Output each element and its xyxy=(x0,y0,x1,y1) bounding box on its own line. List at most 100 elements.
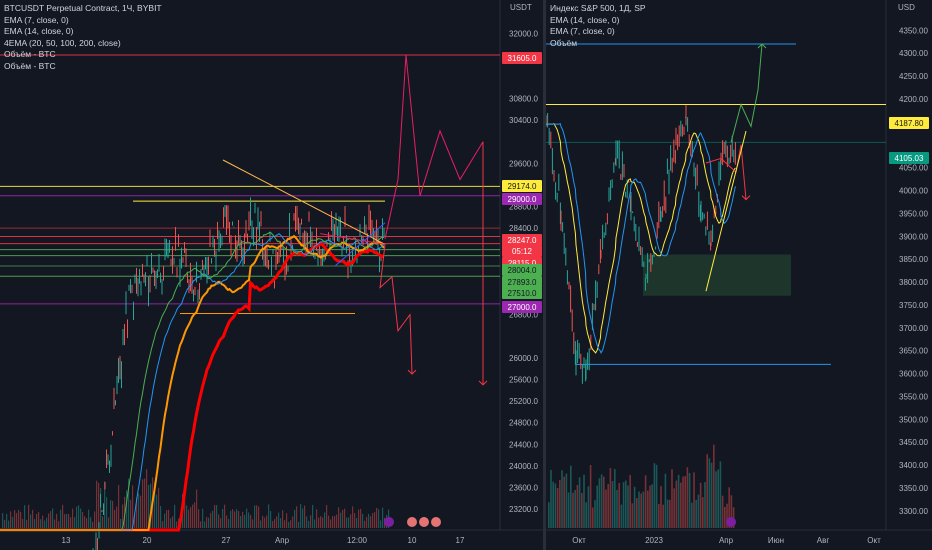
btc-volume-bar xyxy=(314,519,316,528)
spx-volume-bar xyxy=(713,444,715,528)
spx-y-tick-label: 4050.00 xyxy=(899,164,928,173)
btc-y-tick-label: 23200.0 xyxy=(509,505,538,514)
btc-legend-ema7[interactable]: EMA (7, close, 0) xyxy=(4,15,162,27)
spx-price-label: 4105.03 xyxy=(895,154,924,163)
btc-volume-bar xyxy=(278,512,280,528)
flag-icon[interactable] xyxy=(431,517,441,527)
btc-volume-bar xyxy=(214,504,216,528)
btc-volume-bar xyxy=(380,520,382,528)
btc-legend-ema14[interactable]: EMA (14, close, 0) xyxy=(4,26,162,38)
btc-volume-bar xyxy=(368,513,370,528)
spx-volume-bar xyxy=(686,467,689,528)
spx-chart-pane[interactable]: 4350.004300.004250.004200.004150.004050.… xyxy=(546,0,932,550)
spx-y-tick-label: 3600.00 xyxy=(899,370,928,379)
btc-volume-bar xyxy=(158,487,160,528)
btc-volume-bar xyxy=(20,511,22,528)
btc-legend-title[interactable]: BTCUSDT Perpetual Contract, 1Ч, BYBIT xyxy=(4,3,162,15)
btc-volume-bar xyxy=(160,506,162,528)
btc-volume-bar xyxy=(236,509,238,528)
btc-volume-bar xyxy=(118,485,120,528)
lightning-icon[interactable] xyxy=(384,517,394,527)
btc-volume-bar xyxy=(346,517,348,528)
spx-volume-bar xyxy=(550,470,552,528)
btc-volume-bar xyxy=(176,521,178,528)
spx-demand-zone xyxy=(643,254,791,296)
btc-volume-bar xyxy=(44,520,46,528)
btc-volume-bar xyxy=(58,521,60,528)
btc-volume-bar xyxy=(282,510,284,528)
btc-price-label: 05:12 xyxy=(512,247,533,256)
btc-volume-bar xyxy=(364,520,366,528)
spx-volume-bar xyxy=(581,492,583,528)
btc-volume-bar xyxy=(188,509,190,528)
btc-volume-bar xyxy=(106,497,108,528)
spx-y-tick-label: 3400.00 xyxy=(899,461,928,470)
spx-volume-bar xyxy=(578,477,581,528)
btc-volume-bar xyxy=(162,521,164,528)
btc-volume-bar xyxy=(300,504,302,528)
btc-y-tick-label: 30400.0 xyxy=(509,116,538,125)
spx-legend-title[interactable]: Индекс S&P 500, 1Д, SP xyxy=(550,3,646,15)
btc-volume-bar xyxy=(320,516,322,528)
btc-volume-bar xyxy=(230,510,232,528)
btc-price-label: 31605.0 xyxy=(508,54,537,63)
btc-volume-bar xyxy=(62,504,64,528)
spx-legend-ema14[interactable]: EMA (14, close, 0) xyxy=(550,15,646,27)
btc-legend-4ema[interactable]: 4EMA (20, 50, 100, 200, close) xyxy=(4,38,162,50)
btc-x-tick-label: 13 xyxy=(62,536,71,545)
spx-volume-bar xyxy=(563,476,565,528)
spx-x-tick-label: Июн xyxy=(768,536,784,545)
btc-volume-bar xyxy=(308,520,310,528)
btc-volume-bar xyxy=(244,514,246,528)
btc-volume-bar xyxy=(14,510,16,528)
btc-volume-bar xyxy=(242,511,244,528)
btc-volume-bar xyxy=(174,504,176,528)
btc-volume-bar xyxy=(292,516,294,528)
spx-volume-bar xyxy=(594,500,596,528)
btc-volume-bar xyxy=(318,517,320,528)
btc-volume-bar xyxy=(68,513,70,528)
spx-volume-bar xyxy=(583,474,585,528)
flag-icon[interactable] xyxy=(419,517,429,527)
spx-volume-bar xyxy=(715,471,717,528)
spx-volume-bar xyxy=(710,462,713,528)
btc-volume-bar xyxy=(336,514,338,528)
btc-chart-pane[interactable]: 32000.0 30800.0 30400.0 29600.0 28800.0 28400… xyxy=(0,0,544,550)
flag-icon[interactable] xyxy=(407,517,417,527)
spx-y-tick-label: 3300.00 xyxy=(899,507,928,516)
btc-volume-bar xyxy=(326,505,328,528)
btc-legend-volume[interactable]: Объём - BTC xyxy=(4,49,162,61)
btc-y-tick-label: 29600.0 xyxy=(509,159,538,168)
btc-volume-bar xyxy=(366,516,368,528)
spx-legend-ema7[interactable]: EMA (7, close, 0) xyxy=(550,26,646,38)
btc-volume-bar xyxy=(216,504,218,528)
btc-legend-volume-2[interactable]: Объём - BTC xyxy=(4,61,162,73)
spx-volume-bar xyxy=(567,492,570,528)
spx-volume-bar xyxy=(691,502,693,528)
btc-volume-bar xyxy=(2,513,4,528)
btc-volume-bar xyxy=(352,506,354,528)
spx-y-tick-label: 4350.00 xyxy=(899,26,928,35)
btc-volume-bar xyxy=(56,513,58,528)
btc-volume-bar xyxy=(168,509,170,528)
btc-volume-bar xyxy=(334,516,336,528)
btc-chart-svg[interactable]: 32000.030800.030400.029600.028800.028400… xyxy=(0,0,544,550)
btc-volume-bar xyxy=(144,478,146,528)
spx-volume-bar xyxy=(592,507,594,528)
btc-volume-bar xyxy=(164,513,166,528)
btc-volume-bar xyxy=(84,516,86,528)
spx-volume-bar xyxy=(638,491,640,528)
btc-volume-bar xyxy=(376,507,378,528)
lightning-icon[interactable] xyxy=(726,517,736,527)
btc-volume-bar xyxy=(50,511,52,528)
btc-x-tick-label: Апр xyxy=(275,536,290,545)
spx-legend-volume[interactable]: Объём xyxy=(550,38,646,50)
spx-volume-bar xyxy=(658,503,660,528)
btc-volume-bar xyxy=(218,514,220,528)
spx-chart-svg[interactable]: 4350.004300.004250.004200.004150.004050.… xyxy=(546,0,932,550)
spx-volume-bar xyxy=(647,490,649,528)
btc-volume-bar xyxy=(212,510,214,528)
btc-volume-bar xyxy=(344,508,346,528)
btc-volume-bar xyxy=(248,512,250,528)
btc-volume-bar xyxy=(316,509,318,528)
